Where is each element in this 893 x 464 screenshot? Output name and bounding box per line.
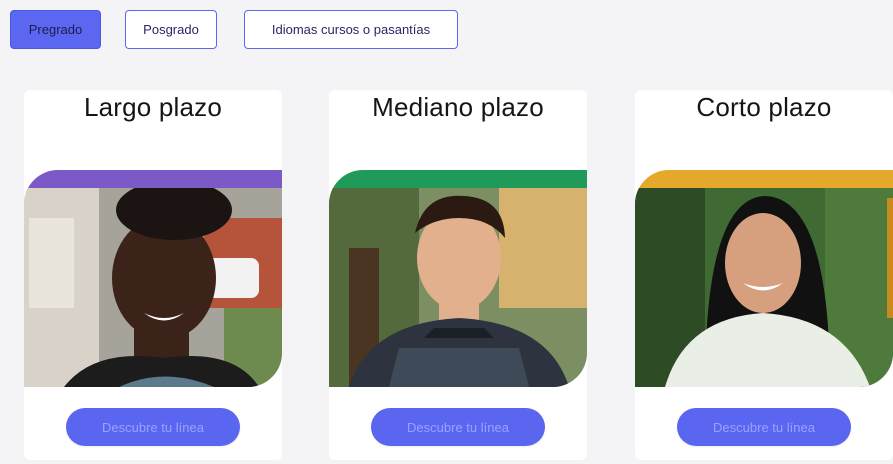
smiling-young-woman-photo bbox=[24, 188, 282, 387]
card-image bbox=[329, 170, 587, 387]
descubre-tu-linea-button[interactable]: Descubre tu línea bbox=[371, 408, 545, 446]
card-title: Largo plazo bbox=[83, 92, 223, 122]
card-title: Corto plazo bbox=[696, 92, 832, 122]
card-largo-plazo: Largo plazo Descubre tu línea bbox=[24, 90, 282, 460]
tab-pregrado[interactable]: Pregrado bbox=[10, 10, 101, 49]
descubre-tu-linea-button[interactable]: Descubre tu línea bbox=[66, 408, 240, 446]
tab-posgrado[interactable]: Posgrado bbox=[125, 10, 217, 49]
card-corto-plazo: Corto plazo Descubre tu línea bbox=[635, 90, 893, 460]
color-band bbox=[329, 170, 587, 190]
smiling-young-woman-long-hair-photo bbox=[635, 188, 893, 387]
tab-idiomas-cursos-pasantias[interactable]: Idiomas cursos o pasantías bbox=[244, 10, 458, 49]
card-title: Mediano plazo bbox=[372, 92, 544, 122]
color-band bbox=[635, 170, 893, 190]
color-band bbox=[24, 170, 282, 190]
young-man-sweater-photo bbox=[329, 188, 587, 387]
descubre-tu-linea-button[interactable]: Descubre tu línea bbox=[677, 408, 851, 446]
card-mediano-plazo: Mediano plazo Descubre tu línea bbox=[329, 90, 587, 460]
card-image bbox=[24, 170, 282, 387]
card-image bbox=[635, 170, 893, 387]
